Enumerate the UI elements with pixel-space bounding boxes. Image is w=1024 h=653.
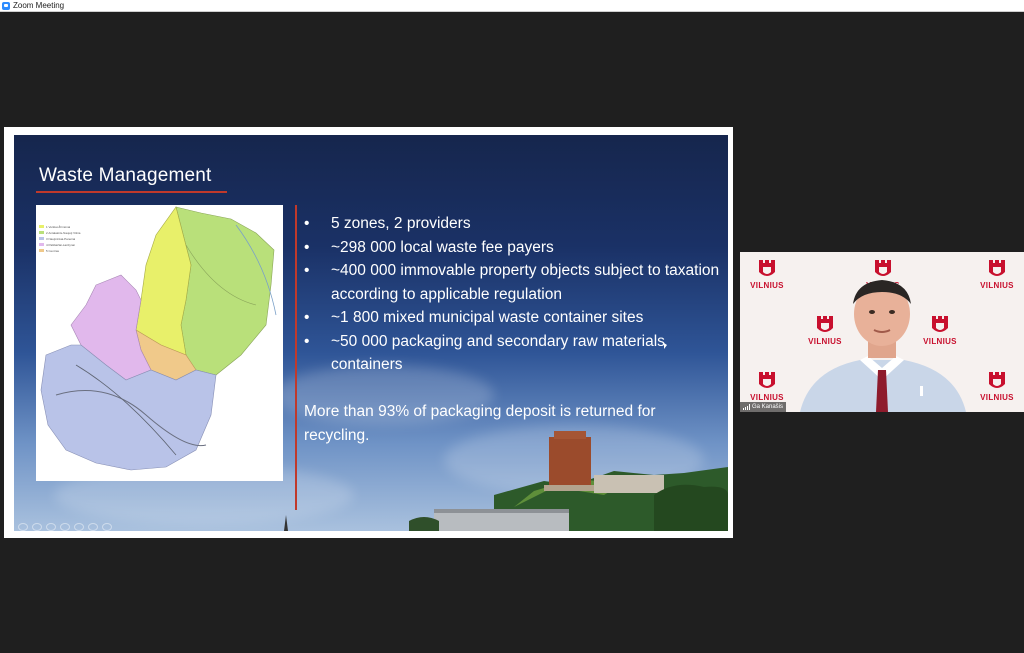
mouse-cursor-icon [664, 343, 667, 349]
waste-zones-map: 1 Verkiai-Žirmūnai 2 Antakalnis-Naujoji … [36, 205, 283, 481]
castle-logo-icon [759, 372, 775, 388]
vilnius-logo: VILNIUS [744, 370, 790, 402]
participant-name: Ga Kanašis [752, 404, 784, 410]
window-titlebar: Zoom Meeting [0, 0, 1024, 12]
castle-logo-icon [759, 260, 775, 276]
castle-logo-icon [989, 260, 1005, 276]
slide-title: Waste Management [39, 165, 212, 186]
slideshow-controls[interactable] [18, 523, 112, 531]
shared-screen[interactable]: Waste Management 1 Verkiai-Žirmūnai 2 An… [4, 127, 733, 538]
slide-divider [295, 205, 297, 510]
zoom-slide-icon[interactable] [74, 523, 84, 531]
subtitles-icon[interactable] [88, 523, 98, 531]
next-slide-icon[interactable] [32, 523, 42, 531]
map-legend: 1 Verkiai-Žirmūnai 2 Antakalnis-Naujoji … [39, 224, 80, 254]
more-options-icon[interactable] [102, 523, 112, 531]
slides-icon[interactable] [60, 523, 70, 531]
castle-logo-icon [989, 372, 1005, 388]
bullet-item: ~50 000 packaging and secondary raw mate… [304, 330, 724, 377]
recycling-note: More than 93% of packaging deposit is re… [304, 403, 656, 444]
participant-video[interactable]: VILNIUS VILNIUS VILNIUS VILNIUS VILNIUS … [740, 252, 1024, 412]
bullet-item: ~298 000 local waste fee payers [304, 236, 724, 260]
previous-slide-icon[interactable] [18, 523, 28, 531]
bullet-list: 5 zones, 2 providers ~298 000 local wast… [304, 212, 724, 377]
signal-icon [743, 404, 750, 410]
bullet-item: 5 zones, 2 providers [304, 212, 724, 236]
window-title: Zoom Meeting [13, 1, 65, 10]
map-legend-item: 5 Centras [39, 248, 80, 254]
pen-icon[interactable] [46, 523, 56, 531]
presentation-slide: Waste Management 1 Verkiai-Žirmūnai 2 An… [14, 135, 728, 531]
speaker-image [800, 280, 966, 412]
zoom-icon [2, 1, 10, 10]
bullet-item: ~400 000 immovable property objects subj… [304, 259, 724, 306]
participant-name-tag: Ga Kanašis [740, 402, 787, 412]
vilnius-logo: VILNIUS [744, 258, 790, 290]
bullet-item: ~1 800 mixed municipal waste container s… [304, 306, 724, 330]
vilnius-logo: VILNIUS [974, 258, 1020, 290]
vilnius-logo: VILNIUS [974, 370, 1020, 402]
title-underline [36, 191, 227, 193]
